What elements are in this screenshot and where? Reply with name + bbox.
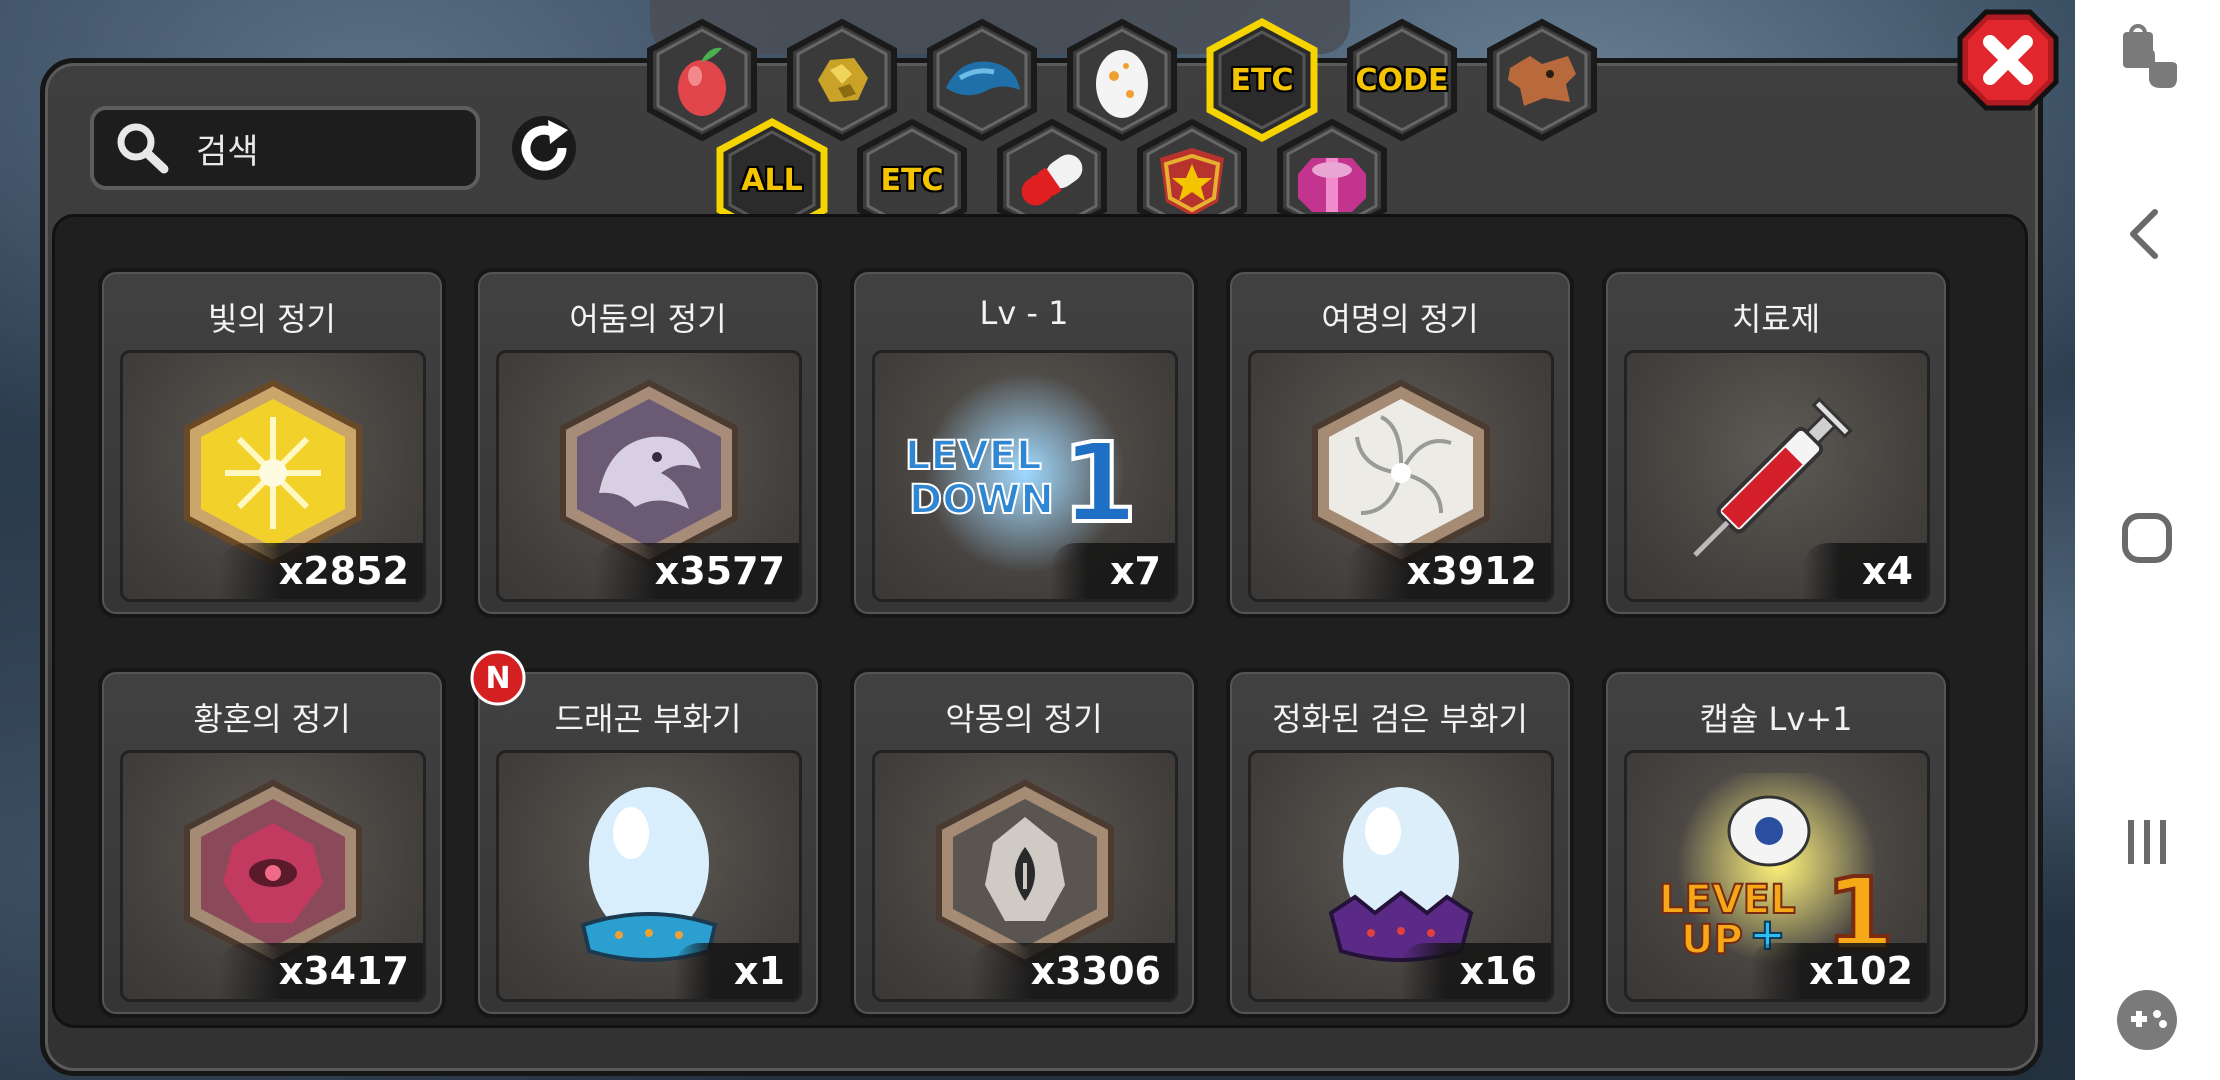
- item-card[interactable]: 여명의 정기 x3912: [1226, 268, 1574, 618]
- item-title: 악몽의 정기: [945, 700, 1103, 738]
- item-slot: x3912: [1248, 350, 1554, 602]
- item-count: x102: [1749, 943, 1927, 999]
- back-icon[interactable]: [2111, 198, 2183, 270]
- item-title: 황혼의 정기: [193, 700, 351, 738]
- item-title: 빛의 정기: [208, 300, 336, 338]
- item-card[interactable]: 치료제 x4: [1602, 268, 1950, 618]
- item-slot: x4: [1624, 350, 1930, 602]
- item-slot: x3577: [496, 350, 802, 602]
- recent-apps-icon[interactable]: [2111, 806, 2183, 878]
- item-count: x16: [1399, 943, 1551, 999]
- item-slot: x3417: [120, 750, 426, 1002]
- svg-text:1: 1: [1061, 419, 1138, 547]
- item-slot: LEVEL UP + 1 x102: [1624, 750, 1930, 1002]
- item-slot: x2852: [120, 350, 426, 602]
- dragon-head-tab[interactable]: [1480, 18, 1604, 142]
- new-badge-label: N: [485, 660, 511, 696]
- new-badge: N: [468, 648, 528, 708]
- item-card[interactable]: 황혼의 정기 x3417: [98, 668, 446, 1018]
- svg-text:UP: UP: [1681, 917, 1743, 963]
- item-count: x3577: [594, 543, 799, 599]
- item-card[interactable]: 어둠의 정기 x3577: [474, 268, 822, 618]
- item-slot: x1: [496, 750, 802, 1002]
- item-card[interactable]: 악몽의 정기 x3306: [850, 668, 1198, 1018]
- item-card[interactable]: 캡슐 Lv+1 LEVEL UP + 1 x102: [1602, 668, 1950, 1018]
- game-tools-icon[interactable]: [2111, 984, 2183, 1056]
- item-card[interactable]: Lv - 1 LEVEL DOWN 1 x7: [850, 268, 1198, 618]
- search-icon: [117, 123, 169, 174]
- item-title: 드래곤 부화기: [554, 700, 742, 738]
- screen-lock-touch-icon[interactable]: [2111, 22, 2183, 94]
- item-slot: x16: [1248, 750, 1554, 1002]
- item-count: x3912: [1346, 543, 1551, 599]
- item-count: x4: [1802, 543, 1927, 599]
- close-button[interactable]: [1956, 8, 2060, 112]
- svg-text:LEVEL: LEVEL: [905, 433, 1042, 479]
- item-title: 여명의 정기: [1321, 300, 1479, 338]
- search-input[interactable]: 검색: [90, 106, 480, 190]
- svg-text:DOWN: DOWN: [909, 477, 1054, 523]
- item-count: x3417: [218, 943, 423, 999]
- item-slot: x3306: [872, 750, 1178, 1002]
- item-card[interactable]: 빛의 정기 x2852: [98, 268, 446, 618]
- item-title: 치료제: [1731, 300, 1821, 338]
- item-title: 정화된 검은 부화기: [1272, 700, 1528, 738]
- refresh-icon[interactable]: [508, 112, 580, 184]
- item-title: 캡슐 Lv+1: [1699, 700, 1853, 738]
- item-count: x3306: [970, 943, 1175, 999]
- system-nav-bar: [2075, 0, 2220, 1080]
- item-count: x7: [1050, 543, 1175, 599]
- home-icon[interactable]: [2111, 502, 2183, 574]
- item-count: x1: [674, 943, 799, 999]
- item-card[interactable]: 드래곤 부화기 x1 N: [470, 650, 822, 1018]
- item-title: Lv - 1: [979, 294, 1069, 332]
- search-placeholder: 검색: [196, 132, 259, 172]
- item-title: 어둠의 정기: [569, 300, 727, 338]
- item-slot: LEVEL DOWN 1 x7: [872, 350, 1178, 602]
- item-count: x2852: [218, 543, 423, 599]
- item-card[interactable]: 정화된 검은 부화기 x16: [1226, 668, 1574, 1018]
